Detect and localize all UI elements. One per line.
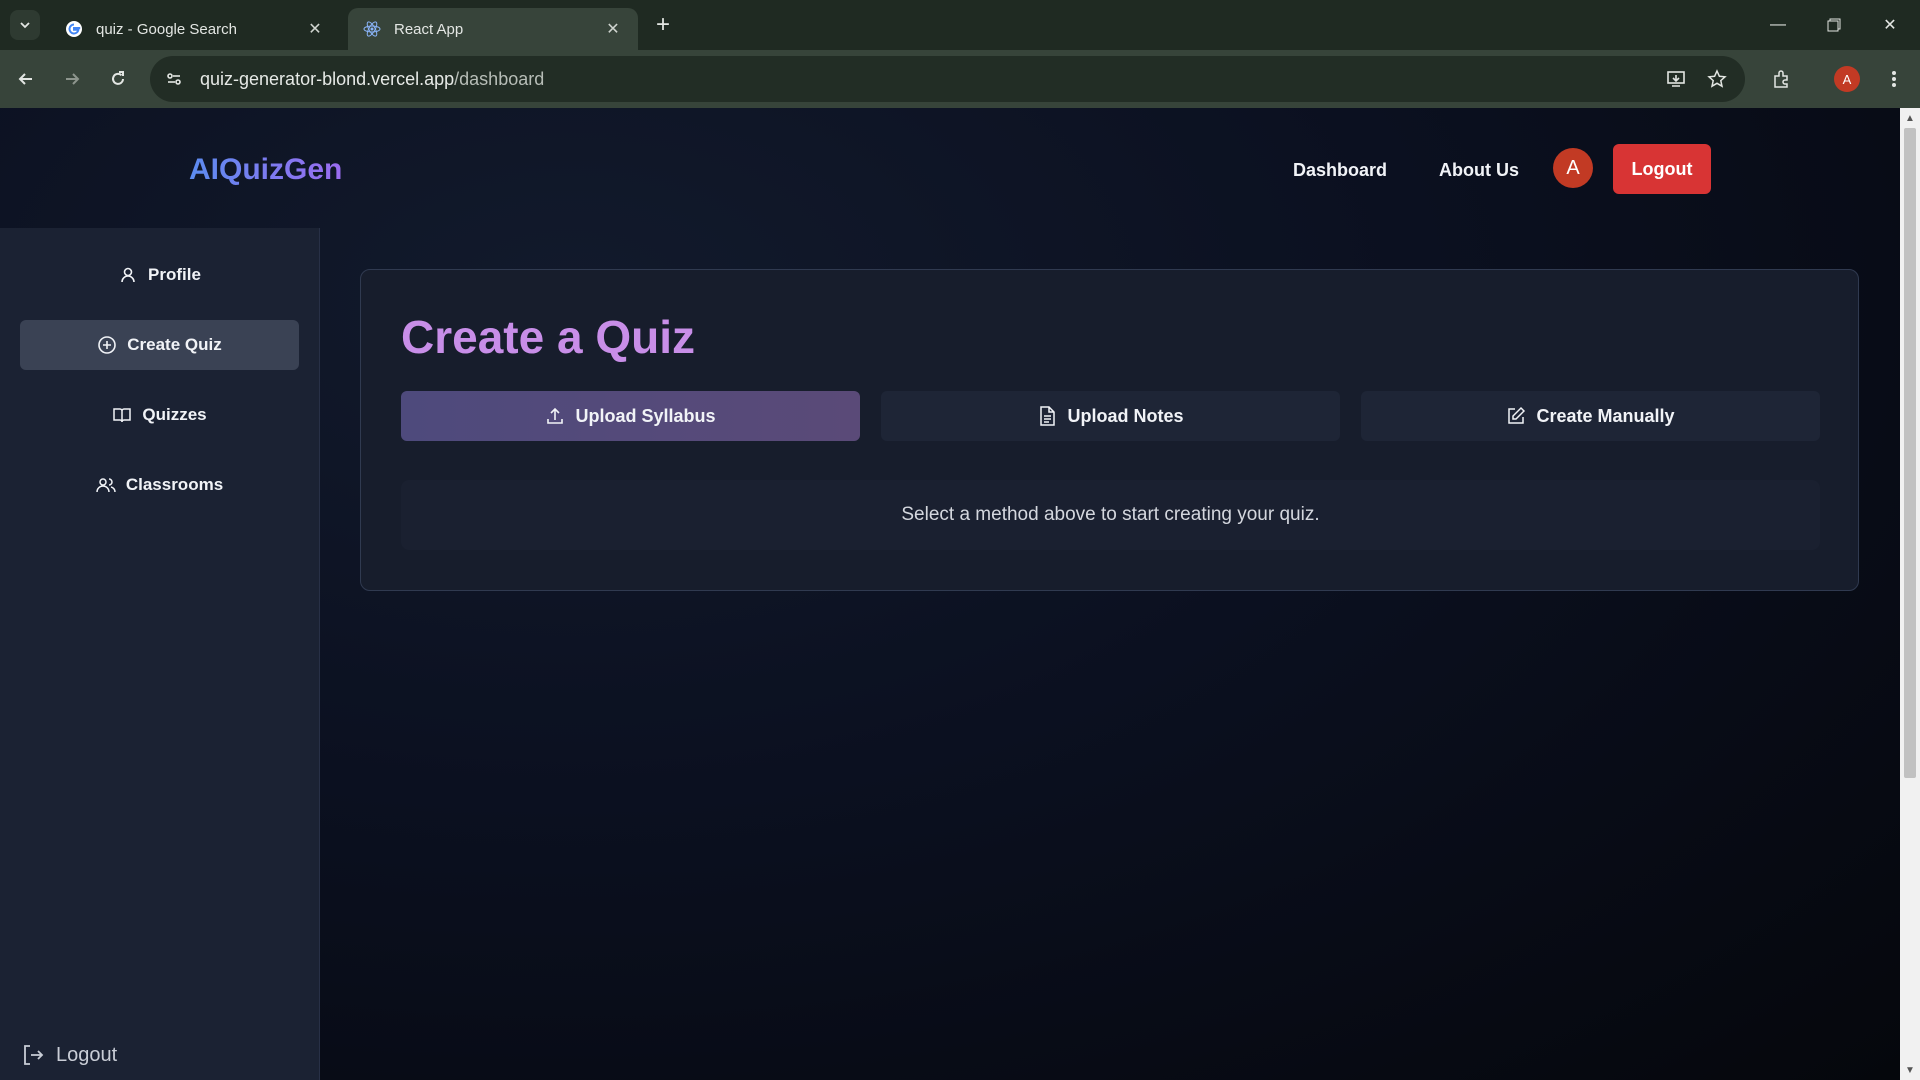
create-manually-button[interactable]: Create Manually — [1361, 391, 1820, 441]
create-quiz-card: Create a Quiz Upload Syllabus Upload Not… — [360, 269, 1859, 591]
minimize-icon[interactable]: — — [1750, 8, 1806, 42]
page-scrollbar[interactable]: ▲ ▼ — [1900, 108, 1920, 1080]
sidebar-item-quizzes[interactable]: Quizzes — [20, 390, 299, 440]
file-text-icon — [1037, 406, 1057, 426]
method-label: Upload Notes — [1067, 405, 1184, 426]
forward-icon[interactable] — [54, 61, 90, 97]
google-icon — [64, 19, 84, 39]
url-host: quiz-generator-blond.vercel.app — [200, 68, 455, 89]
url-text: quiz-generator-blond.vercel.app/dashboar… — [200, 69, 544, 90]
bookmark-star-icon[interactable] — [1699, 61, 1735, 97]
avatar[interactable]: A — [1553, 148, 1593, 188]
edit-icon — [1506, 406, 1526, 426]
browser-tab-google[interactable]: quiz - Google Search ✕ — [50, 8, 340, 50]
url-path: /dashboard — [454, 68, 545, 89]
app-page: AIQuizGen Dashboard About Us A Logout Pr… — [0, 108, 1900, 1080]
header-logout-button[interactable]: Logout — [1613, 144, 1711, 194]
method-label: Create Manually — [1536, 405, 1675, 426]
sidebar-item-label: Quizzes — [142, 405, 207, 424]
sidebar: Profile Create Quiz Quizzes Classrooms L… — [0, 228, 320, 1080]
browser-tab-react[interactable]: React App ✕ — [348, 8, 638, 50]
upload-syllabus-button[interactable]: Upload Syllabus — [401, 391, 860, 441]
window-close-icon[interactable]: ✕ — [1862, 8, 1918, 42]
scroll-up-icon[interactable]: ▲ — [1900, 110, 1920, 126]
app-header: AIQuizGen Dashboard About Us A Logout — [0, 108, 1900, 228]
chevron-down-icon — [20, 22, 30, 29]
method-label: Upload Syllabus — [575, 405, 716, 426]
page-title: Create a Quiz — [401, 311, 695, 363]
back-icon[interactable] — [8, 61, 44, 97]
brand-logo[interactable]: AIQuizGen — [189, 153, 342, 187]
install-app-icon[interactable] — [1658, 61, 1694, 97]
restore-icon[interactable] — [1806, 8, 1862, 42]
sidebar-item-label: Profile — [148, 265, 201, 284]
method-hint: Select a method above to start creating … — [401, 480, 1820, 550]
plus-circle-icon — [97, 335, 117, 355]
browser-toolbar: quiz-generator-blond.vercel.app/dashboar… — [0, 50, 1920, 108]
close-icon[interactable]: ✕ — [304, 18, 326, 40]
tab-search-button[interactable] — [10, 10, 40, 40]
upload-icon — [545, 406, 565, 426]
reload-icon[interactable] — [100, 61, 136, 97]
upload-notes-button[interactable]: Upload Notes — [881, 391, 1340, 441]
book-icon — [112, 405, 132, 425]
sidebar-logout-label: Logout — [56, 1043, 118, 1066]
sidebar-item-classrooms[interactable]: Classrooms — [20, 460, 299, 510]
sidebar-item-label: Create Quiz — [127, 335, 222, 354]
site-info-icon[interactable] — [156, 61, 192, 97]
sidebar-item-label: Classrooms — [125, 475, 224, 494]
sidebar-logout-button[interactable]: Logout — [20, 1042, 117, 1068]
kebab-menu-icon[interactable] — [1876, 61, 1912, 97]
nav-about-us[interactable]: About Us — [1439, 160, 1519, 181]
extensions-icon[interactable] — [1763, 61, 1799, 97]
sidebar-item-create-quiz[interactable]: Create Quiz — [20, 320, 299, 370]
new-tab-button[interactable]: + — [650, 11, 676, 38]
address-bar[interactable]: quiz-generator-blond.vercel.app/dashboar… — [150, 56, 1745, 102]
tab-title: React App — [394, 20, 464, 38]
scroll-down-icon[interactable]: ▼ — [1900, 1062, 1920, 1078]
nav-dashboard[interactable]: Dashboard — [1293, 160, 1387, 181]
react-icon — [362, 19, 382, 39]
user-icon — [118, 265, 138, 285]
close-icon[interactable]: ✕ — [602, 18, 624, 40]
logout-icon — [20, 1042, 46, 1068]
scrollbar-thumb[interactable] — [1904, 128, 1916, 778]
tab-title: quiz - Google Search — [96, 20, 237, 38]
users-icon — [96, 475, 116, 495]
browser-tab-bar: quiz - Google Search ✕ React App ✕ + — ✕ — [0, 0, 1920, 50]
sidebar-item-profile[interactable]: Profile — [20, 250, 299, 300]
profile-avatar-small[interactable]: A — [1829, 61, 1865, 97]
